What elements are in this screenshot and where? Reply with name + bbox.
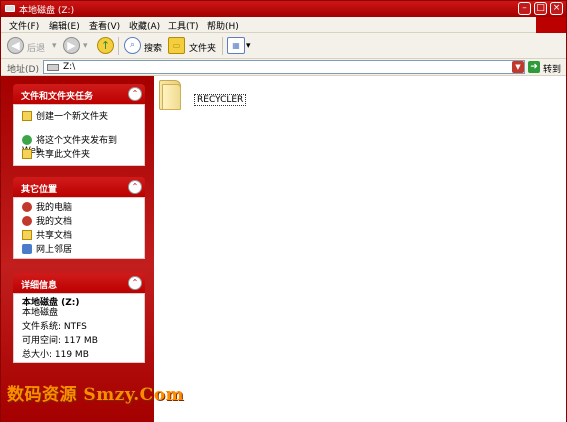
- globe-icon: [22, 135, 32, 145]
- watermark: 数码资源 Smzy.Com: [7, 385, 185, 405]
- drive-icon: [47, 64, 59, 71]
- task-pane: 文件和文件夹任务 ⌃ 创建一个新文件夹 将这个文件夹发布到 Web 共享此文件夹…: [1, 76, 154, 422]
- tasks-panel-body: 创建一个新文件夹 将这个文件夹发布到 Web 共享此文件夹: [13, 104, 145, 166]
- shared-folder-icon: [22, 149, 32, 159]
- details-free-space: 可用空间: 117 MB: [22, 336, 98, 346]
- windows-logo: [536, 17, 566, 33]
- folder-icon[interactable]: [159, 80, 183, 110]
- task-share-folder[interactable]: 共享此文件夹: [22, 149, 90, 160]
- forward-arrow-icon[interactable]: ▶: [63, 37, 80, 54]
- back-button-label[interactable]: 后退: [27, 41, 45, 54]
- menu-bar: 文件(F) 编辑(E) 查看(V) 收藏(A) 工具(T) 帮助(H): [1, 17, 566, 33]
- address-label: 地址(D): [7, 65, 39, 75]
- toolbar-separator: [222, 37, 223, 55]
- search-button-label[interactable]: 搜索: [144, 41, 162, 54]
- details-name: 本地磁盘 (Z:): [22, 298, 80, 308]
- minimize-button[interactable]: –: [518, 2, 531, 15]
- go-arrow-icon[interactable]: ➜: [528, 61, 540, 73]
- collapse-chevron-icon[interactable]: ⌃: [128, 276, 142, 290]
- up-folder-icon[interactable]: ↑: [97, 37, 114, 54]
- menu-file[interactable]: 文件(F): [9, 19, 39, 32]
- folder-name[interactable]: RECYCLER: [194, 94, 247, 106]
- menu-favorites[interactable]: 收藏(A): [129, 19, 160, 32]
- details-type: 本地磁盘: [22, 308, 59, 318]
- file-list: RECYCLER: [154, 76, 566, 422]
- place-my-documents[interactable]: 我的文档: [22, 216, 72, 227]
- place-my-computer[interactable]: 我的电脑: [22, 202, 72, 213]
- details-panel-body: 本地磁盘 (Z:) 本地磁盘 文件系统: NTFS 可用空间: 117 MB 总…: [13, 293, 145, 363]
- address-value[interactable]: Z:\: [63, 62, 75, 72]
- forward-dropdown-icon[interactable]: ▾: [83, 41, 88, 51]
- collapse-chevron-icon[interactable]: ⌃: [128, 87, 142, 101]
- other-places-panel-body: 我的电脑 我的文档 共享文档 网上邻居: [13, 197, 145, 259]
- back-dropdown-icon[interactable]: ▾: [52, 41, 57, 51]
- details-panel-title: 详细信息: [21, 281, 58, 291]
- tasks-panel-title: 文件和文件夹任务: [21, 92, 94, 102]
- my-documents-icon: [22, 216, 32, 226]
- new-folder-icon: [22, 111, 32, 121]
- folders-icon[interactable]: ▭: [168, 37, 185, 54]
- address-bar: 地址(D) Z:\ ▼ ➜ 转到: [1, 59, 566, 76]
- other-places-panel-title: 其它位置: [21, 185, 58, 195]
- menu-tools[interactable]: 工具(T): [168, 19, 199, 32]
- shared-documents-icon: [22, 230, 32, 240]
- task-new-folder[interactable]: 创建一个新文件夹: [22, 111, 108, 122]
- maximize-button[interactable]: □: [534, 2, 547, 15]
- menu-help[interactable]: 帮助(H): [207, 19, 239, 32]
- address-dropdown-icon[interactable]: ▼: [512, 61, 524, 73]
- menu-edit[interactable]: 编辑(E): [49, 19, 80, 32]
- explorer-window: 本地磁盘 (Z:) – □ × 文件(F) 编辑(E) 查看(V) 收藏(A) …: [0, 0, 567, 422]
- tasks-panel-header[interactable]: 文件和文件夹任务 ⌃: [13, 84, 145, 104]
- views-icon[interactable]: ▦: [227, 37, 245, 54]
- close-button[interactable]: ×: [550, 2, 563, 15]
- folders-button-label[interactable]: 文件夹: [189, 41, 216, 54]
- views-dropdown-icon[interactable]: ▾: [246, 41, 251, 51]
- details-total-size: 总大小: 119 MB: [22, 350, 89, 360]
- menu-view[interactable]: 查看(V): [89, 19, 120, 32]
- window-title: 本地磁盘 (Z:): [19, 6, 75, 16]
- place-network[interactable]: 网上邻居: [22, 244, 72, 255]
- toolbar: ◀ 后退 ▾ ▶ ▾ ↑ ⌕ 搜索 ▭ 文件夹 ▦ ▾: [1, 33, 566, 59]
- place-shared-documents[interactable]: 共享文档: [22, 230, 72, 241]
- details-filesystem: 文件系统: NTFS: [22, 322, 87, 332]
- title-bar: 本地磁盘 (Z:) – □ ×: [1, 1, 566, 17]
- drive-icon: [5, 5, 15, 12]
- back-arrow-icon[interactable]: ◀: [7, 37, 24, 54]
- collapse-chevron-icon[interactable]: ⌃: [128, 180, 142, 194]
- address-input[interactable]: Z:\: [43, 60, 525, 74]
- go-button-label[interactable]: 转到: [543, 62, 561, 75]
- search-icon[interactable]: ⌕: [124, 37, 141, 54]
- toolbar-separator: [118, 37, 119, 55]
- network-icon: [22, 244, 32, 254]
- details-panel-header[interactable]: 详细信息 ⌃: [13, 273, 145, 293]
- my-computer-icon: [22, 202, 32, 212]
- other-places-panel-header[interactable]: 其它位置 ⌃: [13, 177, 145, 197]
